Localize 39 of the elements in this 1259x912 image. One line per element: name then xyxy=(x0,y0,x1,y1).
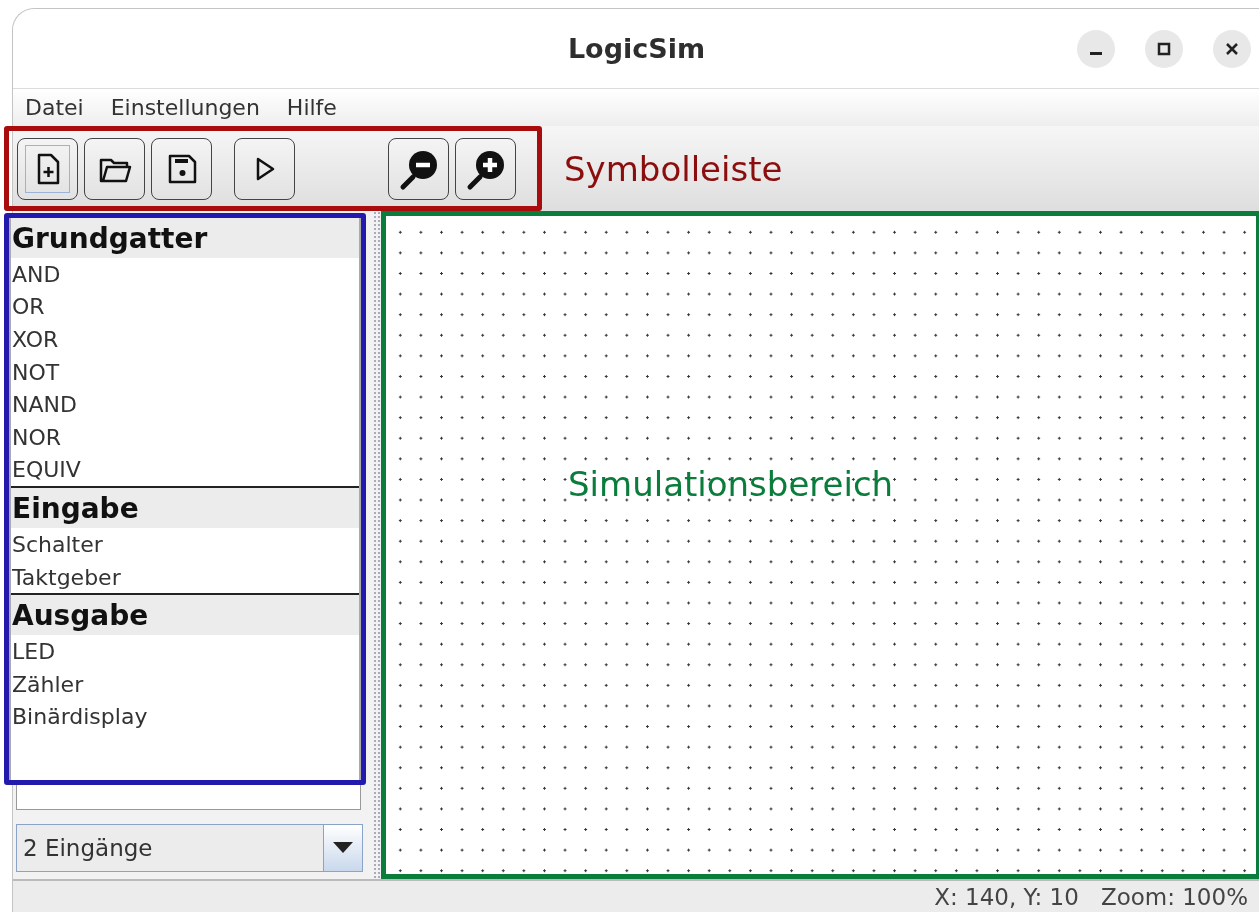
inputs-dropdown[interactable]: 2 Eingänge xyxy=(16,824,363,872)
list-item[interactable]: NOR xyxy=(11,420,359,454)
list-item[interactable]: OR xyxy=(11,290,359,324)
simulation-canvas[interactable]: Simulationsbereich xyxy=(381,211,1259,879)
list-item[interactable]: Taktgeber xyxy=(11,560,359,594)
maximize-icon xyxy=(1157,41,1171,56)
minimize-icon xyxy=(1090,52,1102,55)
list-item[interactable]: LED xyxy=(11,635,359,668)
list-item[interactable]: AND xyxy=(11,258,359,291)
list-item[interactable]: NAND xyxy=(11,388,359,421)
zoom-level: Zoom: 100% xyxy=(1100,884,1248,910)
annotation-label: Simulationsbereich xyxy=(568,464,894,504)
menu-item[interactable]: Einstellungen xyxy=(102,95,268,120)
toolbar-button[interactable] xyxy=(388,137,449,200)
maximize-button[interactable] xyxy=(1145,29,1183,68)
toolbar-button[interactable] xyxy=(234,137,295,200)
group-header: Ausgabe xyxy=(11,595,359,636)
close-icon xyxy=(1225,41,1239,56)
list-item[interactable]: Schalter xyxy=(11,528,359,561)
minimize-button[interactable] xyxy=(1077,29,1115,68)
group-header: Grundgatter xyxy=(11,218,359,258)
close-button[interactable] xyxy=(1213,29,1251,68)
caret-icon xyxy=(333,842,353,854)
list-item[interactable]: Binärdisplay xyxy=(11,700,359,734)
list-item[interactable]: XOR xyxy=(11,323,359,356)
dropdown-button[interactable] xyxy=(324,825,362,871)
menu-item[interactable]: Datei xyxy=(17,95,92,120)
list-item[interactable]: Zähler xyxy=(11,667,359,701)
toolbar-button[interactable] xyxy=(151,137,212,200)
toolbar-button[interactable] xyxy=(17,137,78,200)
annotation-label: Symbolleiste xyxy=(564,148,783,189)
toolbar-button[interactable] xyxy=(455,137,516,200)
group-header: Eingabe xyxy=(11,488,359,529)
list-item[interactable]: NOT xyxy=(11,355,359,389)
toolbar-button[interactable] xyxy=(84,137,145,200)
menu-item[interactable]: Hilfe xyxy=(278,95,345,120)
list-item[interactable]: EQUIV xyxy=(11,453,359,487)
window-title: LogicSim xyxy=(567,33,706,64)
cursor-position: X: 140, Y: 10 xyxy=(934,884,1079,910)
